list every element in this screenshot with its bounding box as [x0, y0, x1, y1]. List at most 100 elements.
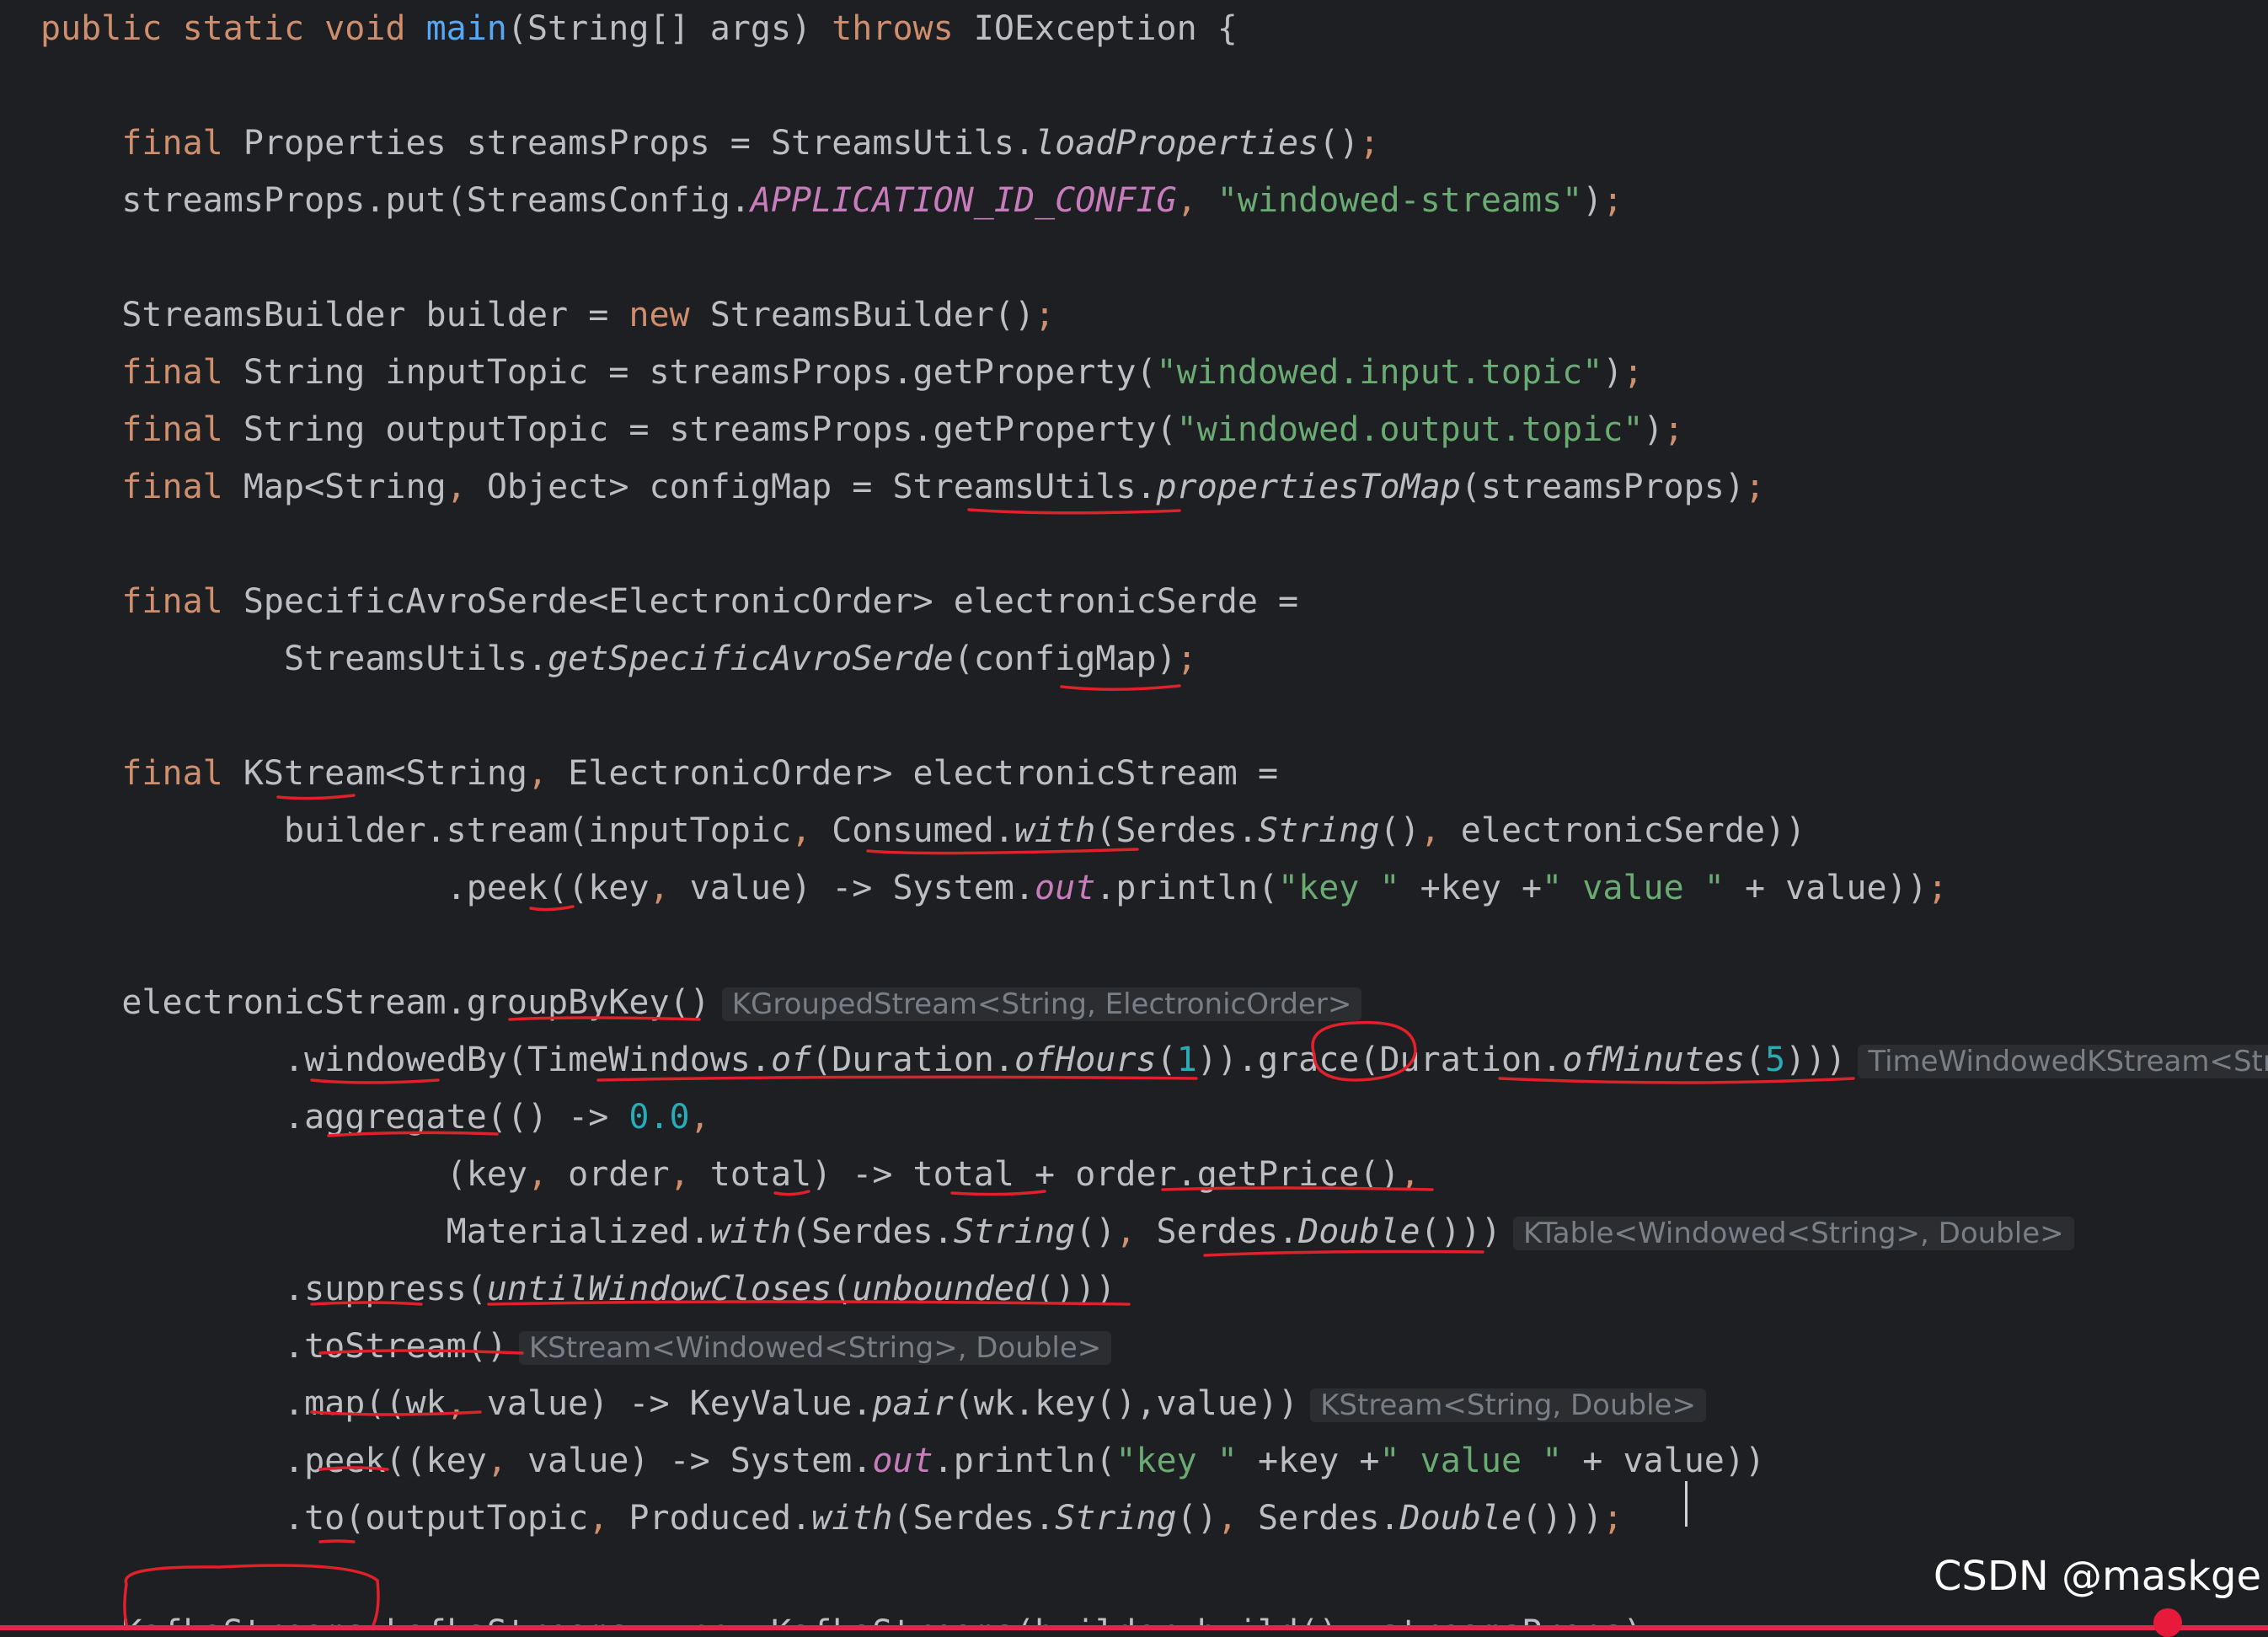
code-token: (Serdes. — [1095, 811, 1258, 850]
code-token: (streamsProps) — [1460, 468, 1745, 506]
code-line[interactable]: .toStream() KStream<Windowed<String>, Dou… — [40, 1318, 1112, 1375]
code-token: Materialized. — [40, 1212, 710, 1251]
code-token: .println( — [1095, 869, 1279, 907]
code-token: , — [1176, 181, 1217, 220]
code-token: with — [811, 1499, 893, 1538]
code-token: "key " — [1278, 869, 1400, 907]
code-token: " value " — [1542, 869, 1725, 907]
code-token: Double — [1399, 1499, 1522, 1538]
code-line[interactable]: final String outputTopic = streamsProps.… — [40, 401, 1684, 458]
code-token: () — [1075, 1212, 1116, 1251]
code-token: unbounded — [852, 1270, 1035, 1308]
code-line[interactable]: electronicStream.groupByKey() KGroupedStr… — [40, 974, 1362, 1031]
code-line[interactable]: final SpecificAvroSerde<ElectronicOrder>… — [40, 573, 1298, 630]
code-token: ; — [1663, 410, 1684, 449]
code-token: ; — [1359, 124, 1380, 163]
code-token: IOException { — [973, 9, 1238, 48]
code-line[interactable]: final Properties streamsProps = StreamsU… — [40, 115, 1379, 172]
code-token: ; — [1602, 181, 1623, 220]
code-token: total) -> total + order.getPrice() — [709, 1155, 1400, 1194]
code-token: 5 — [1765, 1041, 1786, 1079]
code-token: APPLICATION_ID_CONFIG — [750, 181, 1177, 220]
code-line[interactable]: StreamsBuilder builder = new StreamsBuil… — [40, 286, 1055, 344]
code-token: () — [1319, 124, 1360, 163]
code-token: () — [1379, 811, 1420, 850]
inlay-type-hint: KStream<Windowed<String>, Double> — [518, 1331, 1112, 1365]
code-token: ; — [1927, 869, 1948, 907]
progress-handle[interactable] — [2153, 1608, 2182, 1637]
code-token: , — [1399, 1155, 1420, 1194]
code-line[interactable]: .windowedBy(TimeWindows.of(Duration.ofHo… — [40, 1031, 2268, 1089]
code-token: SpecificAvroSerde<ElectronicOrder> elect… — [243, 582, 1299, 621]
code-token: String — [1257, 811, 1380, 850]
code-token: KStream<String — [243, 754, 527, 793]
code-token: (Duration. — [811, 1041, 1014, 1079]
code-token: , — [486, 1442, 527, 1480]
code-token: (configMap) — [953, 639, 1177, 678]
code-token: ; — [1176, 639, 1197, 678]
code-token: out — [1035, 869, 1096, 907]
code-line[interactable]: .map((wk, value) -> KeyValue.pair(wk.key… — [40, 1375, 1706, 1432]
code-token: main — [425, 9, 507, 48]
code-token: ; — [1623, 353, 1644, 392]
code-line[interactable]: .aggregate(() -> 0.0, — [40, 1089, 710, 1146]
code-token: )).grace(Duration. — [1196, 1041, 1563, 1079]
code-token: StreamsUtils. — [40, 639, 548, 678]
code-token: , — [1115, 1212, 1157, 1251]
code-token: String inputTopic = streamsProps.getProp… — [243, 353, 1157, 392]
code-line[interactable]: StreamsUtils.getSpecificAvroSerde(config… — [40, 630, 1197, 687]
code-token: with — [1014, 811, 1096, 850]
code-line[interactable]: streamsProps.put(StreamsConfig.APPLICATI… — [40, 172, 1623, 229]
code-line[interactable]: public static void main(String[] args) t… — [40, 0, 1238, 57]
code-token: untilWindowCloses — [486, 1270, 832, 1308]
code-token: String — [1055, 1499, 1177, 1538]
code-line[interactable]: (key, order, total) -> total + order.get… — [40, 1146, 1420, 1203]
code-token: Object> configMap = StreamsUtils. — [486, 468, 1157, 506]
code-line[interactable]: final KStream<String, ElectronicOrder> e… — [40, 745, 1278, 802]
code-token: order — [568, 1155, 670, 1194]
code-token: ; — [1744, 468, 1766, 506]
code-token: Serdes. — [1257, 1499, 1400, 1538]
code-line[interactable]: final String inputTopic = streamsProps.g… — [40, 344, 1644, 401]
code-line[interactable]: builder.stream(inputTopic, Consumed.with… — [40, 802, 1805, 859]
code-token: , — [527, 1155, 569, 1194]
progress-bar[interactable] — [0, 1625, 2268, 1630]
code-token: " value " — [1379, 1442, 1563, 1480]
code-token: pair — [872, 1384, 954, 1423]
code-token: (Serdes. — [892, 1499, 1056, 1538]
code-editor[interactable]: public static void main(String[] args) t… — [0, 0, 2268, 1630]
code-token: .map((wk — [40, 1384, 447, 1423]
code-token: (Serdes. — [791, 1212, 954, 1251]
code-token: ( — [1744, 1041, 1766, 1079]
code-token: value) -> KeyValue. — [486, 1384, 873, 1423]
code-token: .println( — [933, 1442, 1116, 1480]
code-token: .suppress( — [40, 1270, 487, 1308]
code-line[interactable]: .suppress(untilWindowCloses(unbounded())… — [40, 1260, 1115, 1318]
code-token: Serdes. — [1156, 1212, 1299, 1251]
code-token: propertiesToMap — [1156, 468, 1461, 506]
code-line[interactable]: final Map<String, Object> configMap = St… — [40, 458, 1765, 516]
code-token: +key + — [1399, 869, 1543, 907]
code-token: + value)) — [1562, 1442, 1766, 1480]
code-token: streamsProps.put(StreamsConfig. — [40, 181, 751, 220]
code-token: of — [770, 1041, 812, 1079]
code-token: Consumed. — [832, 811, 1014, 850]
code-token: electronicStream.groupByKey() — [40, 983, 710, 1022]
code-token: new — [629, 296, 710, 334]
code-line[interactable]: Materialized.with(Serdes.String(), Serde… — [40, 1203, 2074, 1260]
code-token: + value)) — [1724, 869, 1928, 907]
code-line[interactable]: .peek((key, value) -> System.out.println… — [40, 1432, 1765, 1490]
code-token: Properties streamsProps = StreamsUtils. — [243, 124, 1035, 163]
code-token: .windowedBy(TimeWindows. — [40, 1041, 771, 1079]
code-token: ; — [1602, 1499, 1623, 1538]
code-token: throws — [832, 9, 974, 48]
watermark: CSDN @maskge — [1933, 1553, 2261, 1600]
code-line[interactable]: .to(outputTopic, Produced.with(Serdes.St… — [40, 1490, 1623, 1547]
code-token: ofMinutes — [1562, 1041, 1745, 1079]
code-token: , — [649, 869, 690, 907]
code-line[interactable]: .peek((key, value) -> System.out.println… — [40, 859, 1948, 917]
